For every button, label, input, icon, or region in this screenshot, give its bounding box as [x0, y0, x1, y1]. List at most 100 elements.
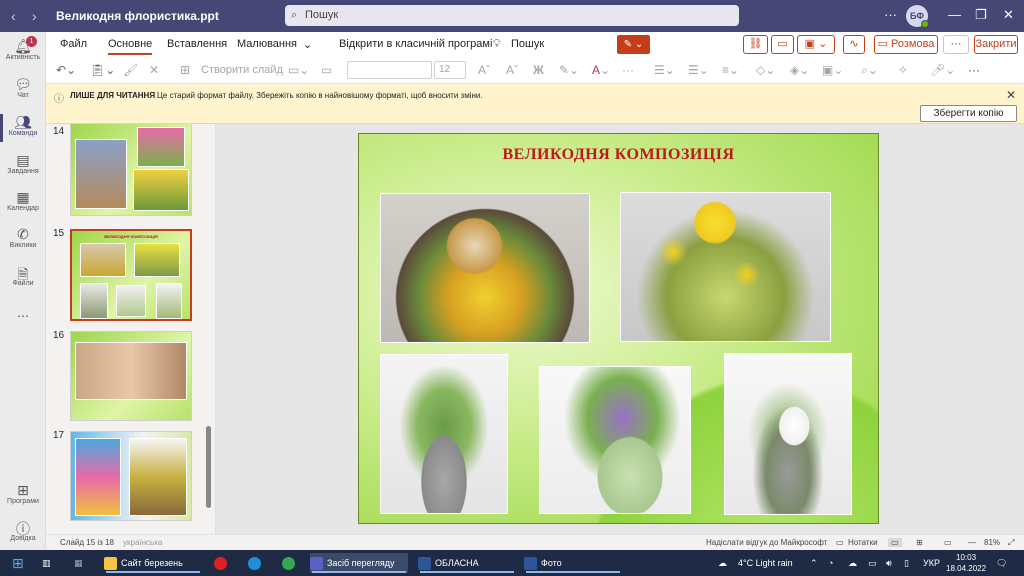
font-family-input[interactable] [347, 61, 432, 79]
section-icon[interactable]: ▭ [321, 63, 332, 77]
taskbar-folder-app[interactable]: Сайт березень 2021 [104, 553, 202, 573]
present-button[interactable]: ▣ ⌄ [797, 35, 835, 54]
slide-thumbnail-17[interactable] [70, 431, 192, 521]
start-windows-icon[interactable]: ⊞ [12, 553, 24, 573]
zoom-out-icon[interactable]: — [968, 538, 976, 547]
word-icon [418, 557, 431, 571]
layout-icon[interactable]: ▭⌄ [288, 63, 309, 77]
rail-assignments[interactable]: ▤ Завдання [0, 152, 46, 175]
explorer-pinned-icon[interactable]: ▦ [74, 553, 83, 573]
notes-button[interactable]: Нотатки [848, 538, 878, 547]
rail-calls[interactable]: ✆ Виклики [0, 226, 46, 249]
highlight-icon[interactable]: ✎⌄ [559, 63, 579, 77]
taskbar-word-app-2[interactable]: Фото 17_04_22.doc... [524, 553, 622, 573]
more-font-icon[interactable]: ··· [622, 63, 634, 77]
zoom-level[interactable]: 81% [984, 538, 1000, 547]
restore-icon[interactable]: ❐ [975, 7, 987, 23]
more-tabs-chevron-icon[interactable]: ⌄ [303, 38, 312, 51]
forward-arrow-icon[interactable]: › [32, 8, 37, 24]
rail-apps[interactable]: ⊞ Програми [0, 482, 46, 505]
close-window-icon[interactable]: ✕ [1003, 7, 1014, 23]
feedback-link[interactable]: Надіслати відгук до Майкрософт [706, 538, 827, 547]
save-copy-button[interactable]: Зберегти копію [920, 105, 1017, 122]
rail-calendar[interactable]: ▦ Календар [0, 189, 46, 212]
weather-status[interactable]: 4°C Light rain [738, 553, 793, 573]
rail-activity[interactable]: 🔔︎ 1 Активність [0, 36, 46, 61]
minimize-icon[interactable]: — [948, 7, 961, 22]
find-icon[interactable]: ⌕⌄ [861, 63, 878, 78]
reading-view-icon[interactable]: ▭ [944, 538, 952, 547]
taskbar-chrome-icon[interactable] [282, 553, 302, 573]
ribbon-more-button[interactable]: ··· [943, 35, 969, 54]
back-arrow-icon[interactable]: ‹ [11, 8, 16, 24]
onedrive-icon[interactable]: ☁ [848, 553, 857, 573]
rail-label: Календар [7, 205, 39, 212]
volume-icon[interactable]: 🔊︎ [886, 553, 892, 573]
network-icon[interactable]: ▭ [868, 553, 877, 573]
tray-chevron-icon[interactable]: ⌃ [810, 553, 818, 573]
tab-draw[interactable]: Малювання [237, 38, 297, 50]
battery-icon[interactable]: ▯ [904, 553, 909, 573]
bold-button[interactable]: Ж [533, 63, 544, 77]
shrink-font-icon[interactable]: Aˇ [506, 63, 518, 77]
new-slide-button[interactable]: Створити слайд [201, 64, 283, 76]
tell-me-search[interactable]: Пошук [511, 38, 544, 50]
taskbar-teams-app[interactable]: Засіб перегляду ф... [310, 553, 408, 573]
shapes-icon[interactable]: ◇⌄ [756, 63, 775, 77]
arrange-icon[interactable]: ▣⌄ [822, 63, 843, 77]
slide-thumbnail-14[interactable] [70, 124, 192, 216]
align-icon[interactable]: ≡⌄ [722, 63, 739, 77]
taskbar-word-app-1[interactable]: ОБЛАСНА ШКОЛА... [418, 553, 516, 573]
search-box[interactable]: ⌕ Пошук [285, 5, 739, 26]
new-slide-icon[interactable]: ⊞ [180, 63, 190, 77]
rail-more[interactable]: ... [0, 304, 46, 320]
avatar[interactable]: БФ [906, 5, 929, 28]
settings-more-button[interactable]: ··· [884, 7, 897, 22]
designer-icon[interactable]: ✧ [898, 63, 908, 77]
pen-dropdown-button[interactable]: ✎ ⌄ [617, 35, 650, 54]
font-color-icon[interactable]: A⌄ [592, 63, 610, 77]
notifications-icon[interactable]: 🗨︎ [996, 553, 1007, 573]
rail-help[interactable]: ⓘ Довідка [0, 519, 46, 542]
taskbar-edge-icon[interactable] [248, 553, 268, 573]
format-painter-icon[interactable]: 🖌︎ [123, 63, 138, 77]
system-clock[interactable]: 10:03 18.04.2022 [946, 552, 986, 574]
paste-icon[interactable]: 📋︎⌄ [90, 63, 115, 77]
input-language[interactable]: УКР [923, 553, 940, 573]
task-view-icon[interactable]: ▥ [42, 553, 51, 573]
rail-teams[interactable]: 👥︎ Команди [0, 114, 46, 142]
share-link-button[interactable]: ⛓ [743, 35, 768, 54]
comment-icon[interactable]: ▭ [771, 35, 794, 54]
normal-view-icon[interactable]: ▭ [888, 538, 902, 547]
font-size-input[interactable]: 12 [434, 61, 466, 79]
slide-thumbnail-16[interactable] [70, 331, 192, 421]
close-infobar-icon[interactable]: ✕ [1006, 88, 1016, 102]
current-slide[interactable]: ВЕЛИКОДНЯ КОМПОЗИЦІЯ [358, 133, 879, 524]
dictate-icon[interactable]: 🎤︎⌄ [930, 63, 955, 77]
sorter-view-icon[interactable]: ⊞ [916, 538, 923, 547]
wifi-icon[interactable]: ◔ [828, 553, 833, 573]
tab-file[interactable]: Файл [60, 38, 87, 50]
taskbar-opera-icon[interactable] [214, 553, 234, 573]
close-document-button[interactable]: Закрити [974, 35, 1018, 54]
language-indicator[interactable]: українська [123, 538, 162, 547]
notes-icon[interactable]: ▭ [836, 538, 844, 547]
toolbar-more-icon[interactable]: ··· [968, 63, 980, 77]
rail-chat[interactable]: 💬︎ Чат [0, 76, 46, 99]
undo-icon[interactable]: ↶⌄ [56, 63, 76, 77]
fit-slide-icon[interactable]: ⤢ [1008, 538, 1014, 548]
activity-icon[interactable]: ∿ [843, 35, 865, 54]
bullets-icon[interactable]: ☰⌄ [654, 63, 675, 77]
slide-thumbnail-15[interactable]: ВЕЛИКОДНЯ КОМПОЗИЦІЯ [70, 229, 192, 321]
grow-font-icon[interactable]: Aˆ [478, 63, 490, 77]
tab-home[interactable]: Основне [108, 38, 153, 55]
tab-insert[interactable]: Вставлення [167, 38, 227, 50]
shape-fill-icon[interactable]: ◈⌄ [790, 63, 809, 77]
delete-icon[interactable]: ✕ [149, 63, 159, 77]
activity-badge: 1 [26, 36, 37, 47]
rail-files[interactable]: 🗎︎ Файли [0, 264, 46, 287]
thumbnail-scrollbar[interactable] [206, 426, 211, 508]
numbering-icon[interactable]: ☰⌄ [688, 63, 709, 77]
open-in-desktop-button[interactable]: Відкрити в класичній програмі [339, 38, 492, 50]
chat-button[interactable]: ▭ Розмова [874, 35, 938, 54]
